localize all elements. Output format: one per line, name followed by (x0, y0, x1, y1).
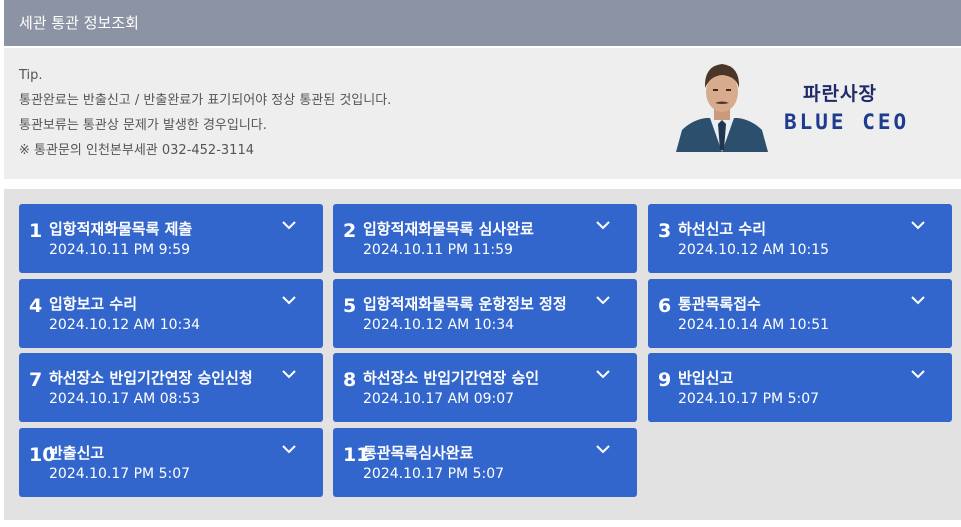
chevron-down-icon[interactable] (281, 368, 297, 380)
step-title: 입항보고 수리 (49, 295, 138, 313)
step-datetime: 2024.10.17 AM 08:53 (49, 391, 201, 407)
tracking-step-grid: 1 입항적재화물목록 제출 2024.10.11 PM 9:59 2 입항적재화… (4, 189, 961, 520)
chevron-down-icon[interactable] (910, 294, 926, 306)
step-card-1[interactable]: 1 입항적재화물목록 제출 2024.10.11 PM 9:59 (19, 204, 323, 273)
step-datetime: 2024.10.12 AM 10:34 (49, 317, 201, 333)
chevron-down-icon[interactable] (910, 219, 926, 231)
step-title: 입항적재화물목록 제출 (49, 220, 193, 238)
step-datetime: 2024.10.17 PM 5:07 (678, 391, 820, 407)
chevron-down-icon[interactable] (595, 368, 611, 380)
step-number: 8 (343, 369, 357, 391)
step-card-10[interactable]: 10 반출신고 2024.10.17 PM 5:07 (19, 428, 323, 497)
step-datetime: 2024.10.14 AM 10:51 (678, 317, 830, 333)
step-title: 통관목록접수 (678, 295, 761, 313)
step-title: 반출신고 (49, 444, 105, 462)
step-datetime: 2024.10.11 PM 11:59 (363, 242, 513, 258)
step-datetime: 2024.10.17 AM 09:07 (363, 391, 515, 407)
step-card-4[interactable]: 4 입항보고 수리 2024.10.12 AM 10:34 (19, 279, 323, 348)
step-title: 반입신고 (678, 369, 734, 387)
chevron-down-icon[interactable] (595, 219, 611, 231)
logo-english-text: BLUE CEO (784, 110, 910, 134)
step-title: 입항적재화물목록 심사완료 (363, 220, 534, 238)
step-card-2[interactable]: 2 입항적재화물목록 심사완료 2024.10.11 PM 11:59 (333, 204, 637, 273)
step-card-6[interactable]: 6 통관목록접수 2024.10.14 AM 10:51 (648, 279, 952, 348)
step-card-3[interactable]: 3 하선신고 수리 2024.10.12 AM 10:15 (648, 204, 952, 273)
step-title: 하선장소 반입기간연장 승인 (363, 369, 540, 387)
step-number: 3 (658, 220, 672, 242)
step-card-9[interactable]: 9 반입신고 2024.10.17 PM 5:07 (648, 353, 952, 422)
step-datetime: 2024.10.17 PM 5:07 (363, 466, 505, 482)
step-number: 7 (29, 369, 43, 391)
blue-ceo-logo: 파란사장 BLUE CEO (672, 58, 912, 154)
step-datetime: 2024.10.17 PM 5:07 (49, 466, 191, 482)
chevron-down-icon[interactable] (595, 294, 611, 306)
step-title: 하선신고 수리 (678, 220, 767, 238)
chevron-down-icon[interactable] (281, 294, 297, 306)
chevron-down-icon[interactable] (595, 443, 611, 455)
step-number: 2 (343, 220, 357, 242)
step-datetime: 2024.10.12 AM 10:15 (678, 242, 830, 258)
chevron-down-icon[interactable] (281, 443, 297, 455)
step-card-8[interactable]: 8 하선장소 반입기간연장 승인 2024.10.17 AM 09:07 (333, 353, 637, 422)
step-title: 통관목록심사완료 (363, 444, 474, 462)
step-number: 1 (29, 220, 43, 242)
page-title: 세관 통관 정보조회 (4, 0, 961, 46)
step-number: 4 (29, 295, 43, 317)
step-title: 하선장소 반입기간연장 승인신청 (49, 369, 253, 387)
step-number: 5 (343, 295, 357, 317)
step-number: 9 (658, 369, 672, 391)
step-card-7[interactable]: 7 하선장소 반입기간연장 승인신청 2024.10.17 AM 08:53 (19, 353, 323, 422)
chevron-down-icon[interactable] (910, 368, 926, 380)
chevron-down-icon[interactable] (281, 219, 297, 231)
logo-korean-text: 파란사장 (803, 83, 877, 105)
step-number: 6 (658, 295, 672, 317)
step-datetime: 2024.10.11 PM 9:59 (49, 242, 191, 258)
step-card-5[interactable]: 5 입항적재화물목록 운항정보 정정 2024.10.12 AM 10:34 (333, 279, 637, 348)
step-datetime: 2024.10.12 AM 10:34 (363, 317, 515, 333)
step-card-11[interactable]: 11 통관목록심사완료 2024.10.17 PM 5:07 (333, 428, 637, 497)
step-title: 입항적재화물목록 운항정보 정정 (363, 295, 567, 313)
businessman-portrait-icon (676, 64, 768, 152)
